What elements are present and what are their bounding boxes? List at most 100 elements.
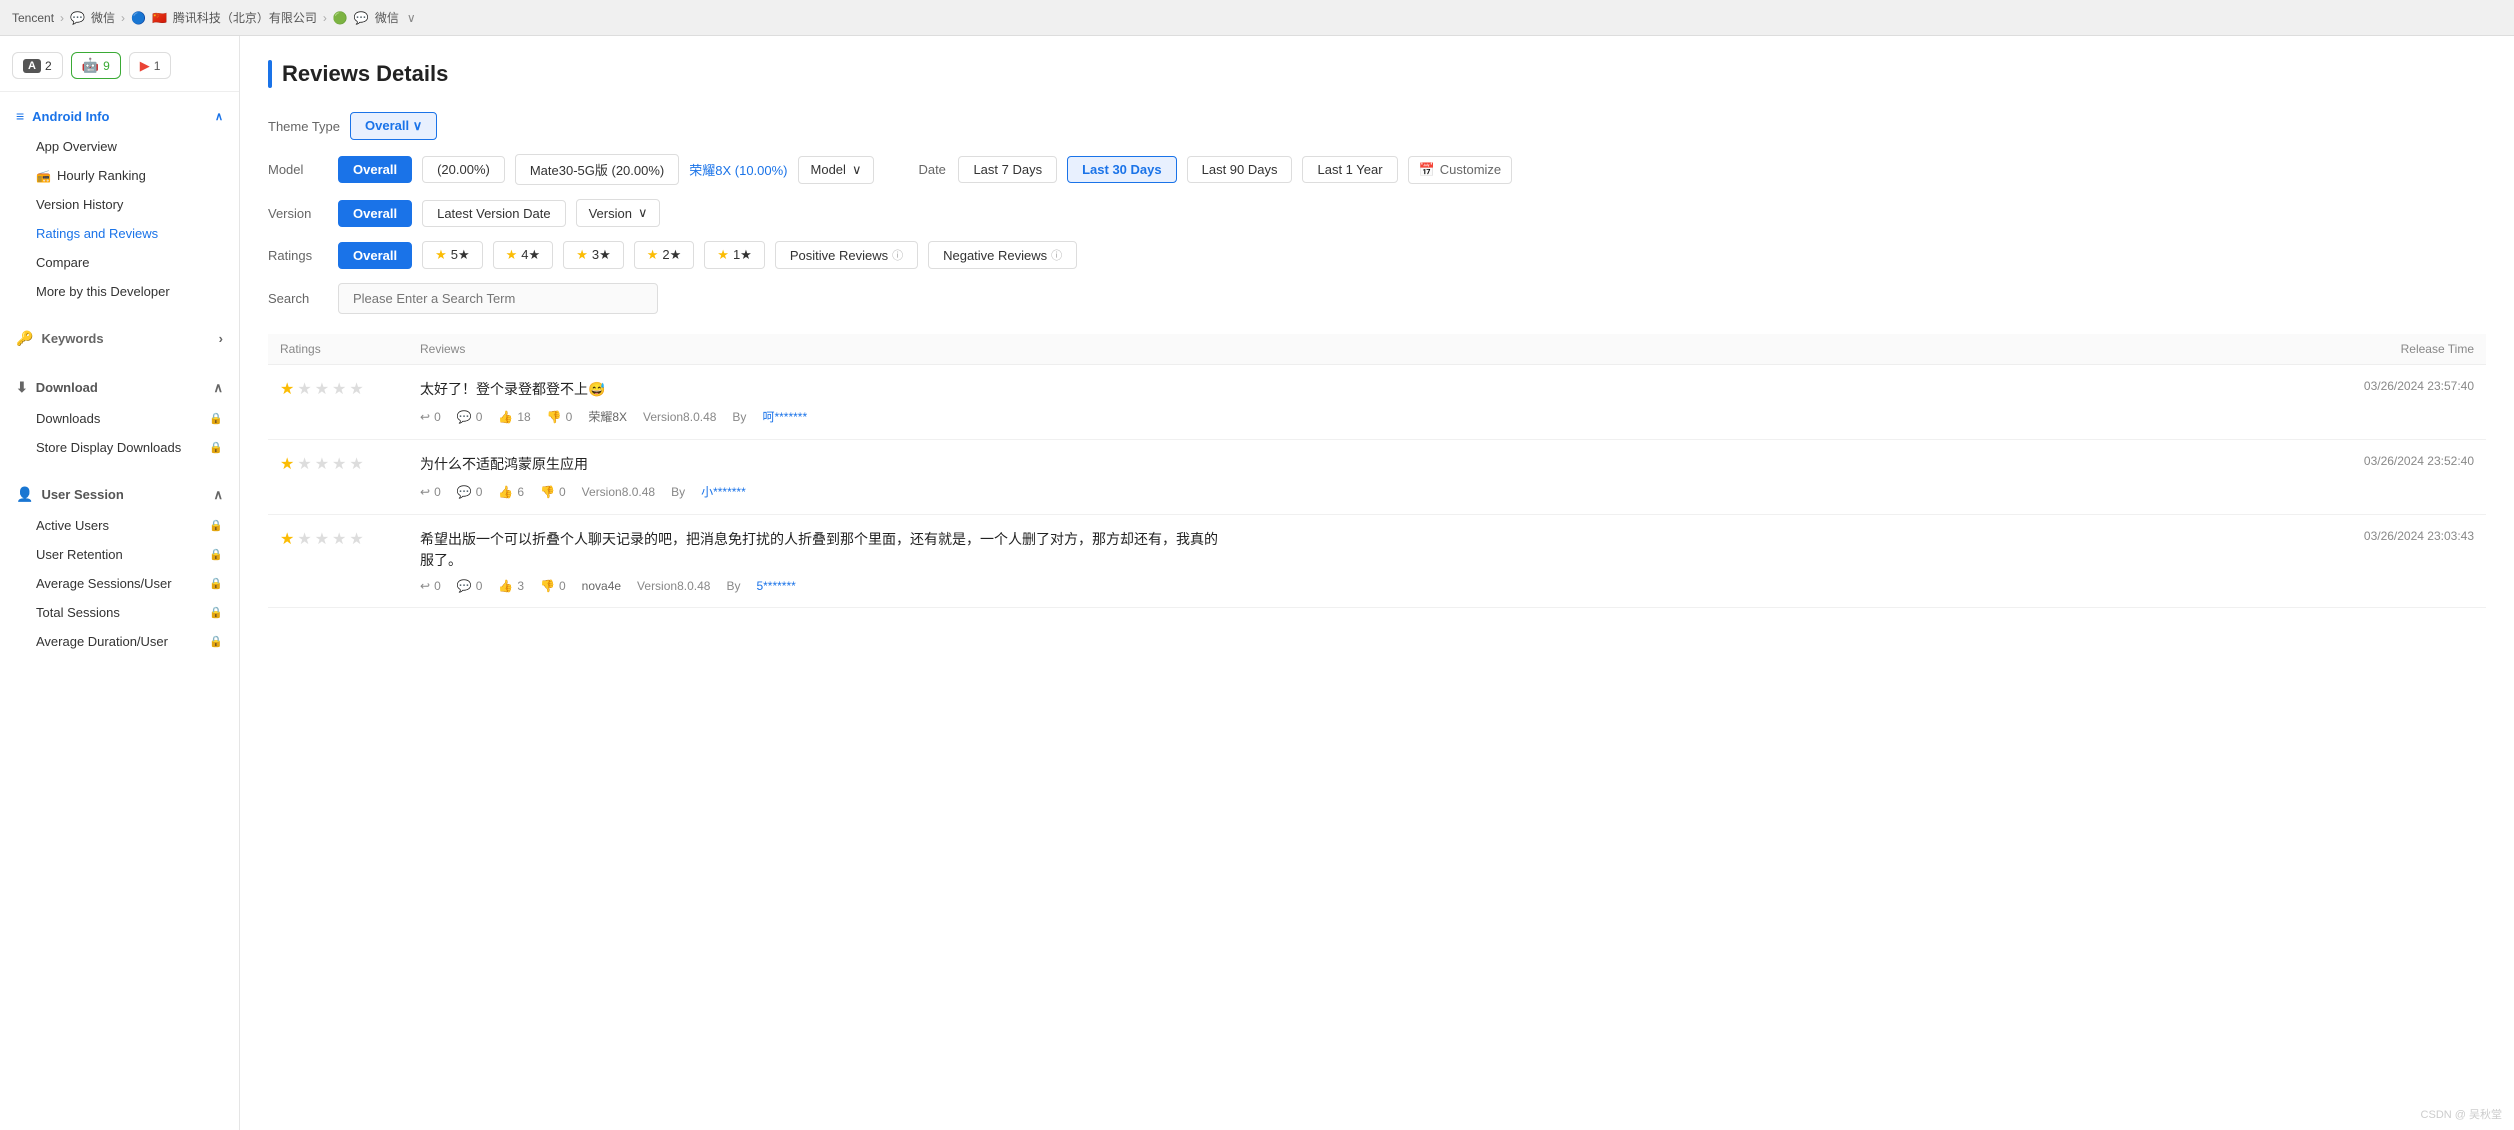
nav-item-active-users[interactable]: Active Users 🔒 xyxy=(0,511,239,540)
model-mate30-btn[interactable]: Mate30-5G版 (20.00%) xyxy=(515,154,679,185)
nav-item-app-overview[interactable]: App Overview xyxy=(0,132,239,161)
row2-review-meta: ↩ 0 💬 0 👍 6 xyxy=(420,483,1220,500)
version-chevron-icon: ∨ xyxy=(638,205,648,221)
row1-device: 荣耀8X xyxy=(588,408,627,425)
star-icon-2: ★ xyxy=(647,247,659,263)
thumb-up-icon: 👍 xyxy=(498,410,513,424)
search-input[interactable] xyxy=(338,283,658,314)
version-overall-btn[interactable]: Overall xyxy=(338,200,412,227)
topbar-breadcrumb-3: 微信 xyxy=(375,9,399,26)
nav-group-android-info[interactable]: ≡ Android Info ∧ xyxy=(0,100,239,132)
row2-dislikes: 👎 0 xyxy=(540,485,566,499)
positive-reviews-btn[interactable]: Positive Reviews ⓘ xyxy=(775,241,918,269)
row3-review-meta: ↩ 0 💬 0 👍 3 xyxy=(420,579,1220,593)
topbar-company[interactable]: Tencent xyxy=(12,11,54,25)
theme-type-row: Theme Type Overall ∨ xyxy=(268,112,2486,140)
date-7days-btn[interactable]: Last 7 Days xyxy=(958,156,1057,183)
row2-release-time: 03/26/2024 23:52:40 xyxy=(2207,454,2474,468)
thumb-up-icon-r2: 👍 xyxy=(498,485,513,499)
star-empty-r2-1: ★ xyxy=(297,454,311,474)
date-1year-btn[interactable]: Last 1 Year xyxy=(1302,156,1397,183)
nav-item-ratings-reviews[interactable]: Ratings and Reviews xyxy=(0,219,239,248)
row3-release-time-cell: 03/26/2024 23:03:43 xyxy=(2195,515,2486,608)
topbar-dropdown-arrow[interactable]: ∨ xyxy=(407,11,416,25)
nav-item-avg-sessions-user[interactable]: Average Sessions/User 🔒 xyxy=(0,569,239,598)
nav-group-user-session[interactable]: 👤 User Session ∧ xyxy=(0,478,239,511)
android-icon: 🤖 xyxy=(82,57,99,74)
col-ratings: Ratings xyxy=(268,334,408,365)
ratings-2star-btn[interactable]: ★ 2★ xyxy=(634,241,695,269)
gplay-tab[interactable]: ▶ 1 xyxy=(129,52,172,79)
nav-item-compare[interactable]: Compare xyxy=(0,248,239,277)
topbar-icon-wechat: 💬 xyxy=(70,11,85,25)
star-empty-1: ★ xyxy=(297,379,311,399)
ratings-overall-btn[interactable]: Overall xyxy=(338,242,412,269)
star-empty-r3-2: ★ xyxy=(315,529,329,549)
row1-comment: 💬 0 xyxy=(457,410,483,424)
nav-item-avg-duration-user[interactable]: Average Duration/User 🔒 xyxy=(0,627,239,656)
thumb-up-icon-r3: 👍 xyxy=(498,579,513,593)
ratings-label: Ratings xyxy=(268,248,328,263)
comment-icon-r2: 💬 xyxy=(457,485,472,499)
nav-item-hourly-ranking[interactable]: 📻 Hourly Ranking xyxy=(0,161,239,190)
reply-icon: ↩ xyxy=(420,410,430,424)
star-empty-3: ★ xyxy=(332,379,346,399)
star-empty-r3-1: ★ xyxy=(297,529,311,549)
dropdown-chevron-icon: ∨ xyxy=(852,162,862,178)
star-full-1: ★ xyxy=(280,379,294,399)
model-dropdown[interactable]: Model ∨ xyxy=(798,156,875,184)
nav-item-more-by-dev[interactable]: More by this Developer xyxy=(0,277,239,306)
date-90days-btn[interactable]: Last 90 Days xyxy=(1187,156,1293,183)
chevron-down-icon: ∧ xyxy=(215,110,223,123)
title-accent xyxy=(268,60,272,88)
customize-btn[interactable]: 📅 Customize xyxy=(1408,156,1513,184)
dropdown-arrow-icon: ∨ xyxy=(413,118,423,133)
row3-comment: 💬 0 xyxy=(457,579,483,593)
nav-android-info-section: ≡ Android Info ∧ App Overview 📻 Hourly R… xyxy=(0,92,239,314)
row3-author[interactable]: 5******* xyxy=(756,579,795,593)
info-icon-negative: ⓘ xyxy=(1051,247,1062,263)
nav-group-download[interactable]: ⬇ Download ∧ xyxy=(0,371,239,404)
ios-tab[interactable]: A 2 xyxy=(12,52,63,79)
nav-item-total-sessions[interactable]: Total Sessions 🔒 xyxy=(0,598,239,627)
nav-item-version-history[interactable]: Version History xyxy=(0,190,239,219)
nav-item-store-display-downloads[interactable]: Store Display Downloads 🔒 xyxy=(0,433,239,462)
ratings-4star-btn[interactable]: ★ 4★ xyxy=(493,241,554,269)
row2-review-text: 为什么不适配鸿蒙原生应用 xyxy=(420,454,1220,475)
theme-type-dropdown[interactable]: Overall ∨ xyxy=(350,112,437,140)
row3-review-cell: 希望出版一个可以折叠个人聊天记录的吧，把消息免打扰的人折叠到那个里面，还有就是，… xyxy=(408,515,2195,608)
ratings-3star-btn[interactable]: ★ 3★ xyxy=(563,241,624,269)
model-date-row: Model Overall (20.00%) Mate30-5G版 (20.00… xyxy=(268,154,2486,185)
col-reviews: Reviews xyxy=(408,334,2195,365)
topbar-flag: 🇨🇳 xyxy=(152,11,167,25)
comment-icon: 💬 xyxy=(457,410,472,424)
row1-stars: ★ ★ ★ ★ ★ xyxy=(280,379,396,399)
row1-reply: ↩ 0 xyxy=(420,410,441,424)
star-icon-1: ★ xyxy=(717,247,729,263)
row3-review-text: 希望出版一个可以折叠个人聊天记录的吧，把消息免打扰的人折叠到那个里面，还有就是，… xyxy=(420,529,1220,571)
model-overall-btn[interactable]: Overall xyxy=(338,156,412,183)
nav-item-downloads[interactable]: Downloads 🔒 xyxy=(0,404,239,433)
date-30days-btn[interactable]: Last 30 Days xyxy=(1067,156,1177,183)
model-20pct-btn[interactable]: (20.00%) xyxy=(422,156,505,183)
row1-author[interactable]: 呵******* xyxy=(762,408,807,425)
negative-reviews-btn[interactable]: Negative Reviews ⓘ xyxy=(928,241,1077,269)
row2-reply: ↩ 0 xyxy=(420,485,441,499)
nav-group-keywords[interactable]: 🔑 Keywords › xyxy=(0,322,239,355)
model-honor8x-link[interactable]: 荣耀8X (10.00%) xyxy=(689,160,787,179)
star-icon: ★ xyxy=(435,247,447,263)
topbar-icon-wechat2: 🟢 xyxy=(333,11,348,25)
ratings-5star-btn[interactable]: ★ 5★ xyxy=(422,241,483,269)
row2-author[interactable]: 小******* xyxy=(701,483,746,500)
nav-item-user-retention[interactable]: User Retention 🔒 xyxy=(0,540,239,569)
ios-count: 2 xyxy=(45,59,52,73)
android-tab[interactable]: 🤖 9 xyxy=(71,52,121,79)
row1-by-label: By xyxy=(732,410,746,424)
version-latest-btn[interactable]: Latest Version Date xyxy=(422,200,565,227)
ratings-1star-btn[interactable]: ★ 1★ xyxy=(704,241,765,269)
table-body: ★ ★ ★ ★ ★ 太好了！登个录登都登不上😅 ↩ xyxy=(268,365,2486,608)
layers-icon: ≡ xyxy=(16,108,24,124)
row3-version: Version8.0.48 xyxy=(637,579,710,593)
lock-icon-store: 🔒 xyxy=(209,441,223,454)
version-dropdown[interactable]: Version ∨ xyxy=(576,199,661,227)
